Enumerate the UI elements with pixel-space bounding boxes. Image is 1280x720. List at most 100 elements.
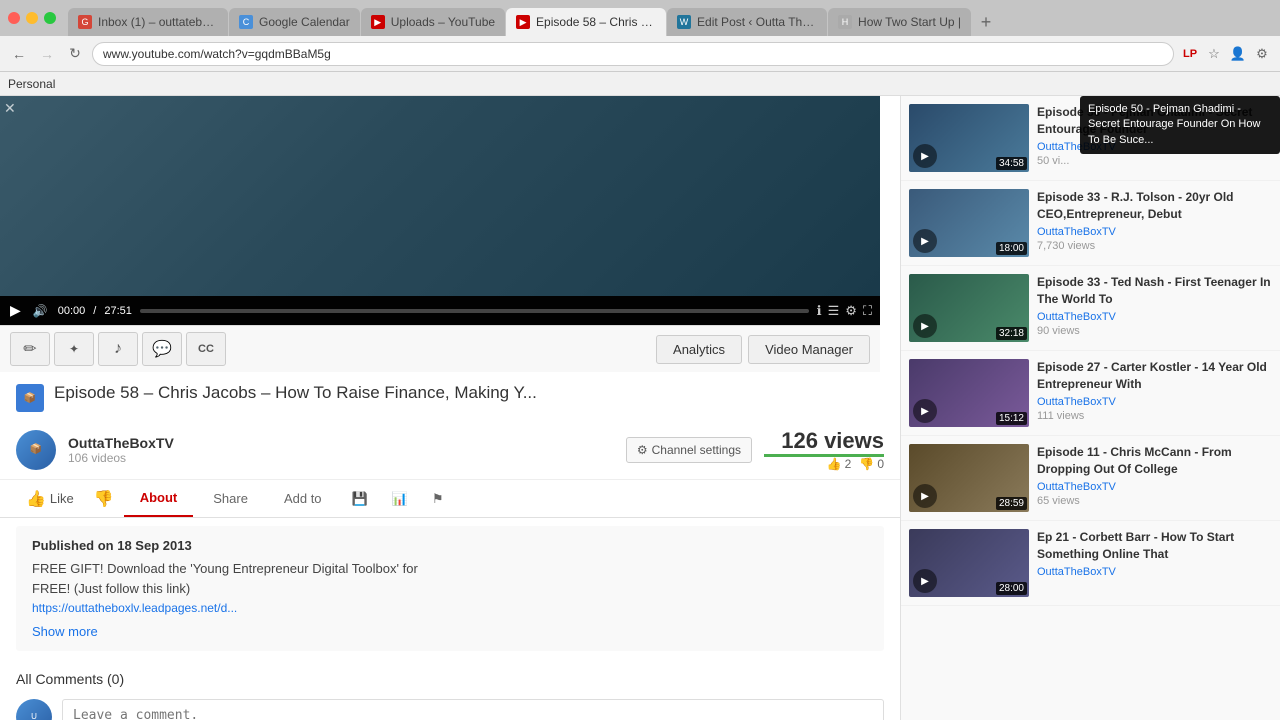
tab-add-to[interactable]: Add to	[268, 481, 338, 516]
tab-howto[interactable]: H How Two Start Up |	[828, 8, 971, 36]
dislikes-number: 0	[877, 457, 884, 471]
tab-episode58[interactable]: ▶ Episode 58 – Chris Jaco...	[506, 8, 666, 36]
related-video-5[interactable]: 28:00 ▶ Ep 21 - Corbett Barr - How To St…	[901, 521, 1280, 606]
dislike-thumb-icon: 👎	[94, 491, 114, 508]
uploads-favicon: ▶	[371, 15, 385, 29]
playlist-icon[interactable]: ☰	[828, 303, 840, 319]
action-tabs: 👍 Like 👎 About Share Add to 💾 📊 ⚑	[0, 480, 900, 518]
new-tab-button[interactable]: +	[972, 8, 1000, 36]
video-controls: ▶ 🔊 00:00 / 27:51 ℹ ☰ ⚙ ⛶	[0, 296, 880, 325]
rel-title-3: Episode 27 - Carter Kostler - 14 Year Ol…	[1037, 359, 1272, 393]
calendar-favicon: C	[239, 15, 253, 29]
thumb-duration-4: 28:59	[996, 497, 1027, 510]
left-panel: ✕ ▶ 🔊 00:00 / 27:51 ℹ ☰ ⚙ ⛶	[0, 96, 900, 720]
video-ctrl-icons: ℹ ☰ ⚙ ⛶	[817, 303, 872, 319]
desc-link[interactable]: https://outtatheboxlv.leadpages.net/d...	[32, 601, 237, 615]
tab-calendar[interactable]: C Google Calendar	[229, 8, 360, 36]
related-video-2[interactable]: 32:18 ▶ Episode 33 - Ted Nash - First Te…	[901, 266, 1280, 351]
fullscreen-icon[interactable]: ⛶	[863, 303, 872, 319]
browser-action-icons: LP ☆ 👤 ⚙	[1180, 44, 1272, 64]
back-button[interactable]: ←	[8, 43, 30, 65]
description-section: Published on 18 Sep 2013 FREE GIFT! Down…	[16, 526, 884, 651]
maximize-button[interactable]	[44, 12, 56, 24]
tab-uploads[interactable]: ▶ Uploads – YouTube	[361, 8, 505, 36]
comments-section: All Comments (0) U	[0, 659, 900, 720]
rel-views-0: 50 vi...	[1037, 155, 1272, 167]
tab-inbox-label: Inbox (1) – outtatebox...	[98, 15, 218, 29]
video-manager-button[interactable]: Video Manager	[748, 335, 870, 364]
time-separator: /	[93, 305, 96, 317]
video-thumb-5: 28:00 ▶	[909, 529, 1029, 597]
video-frame[interactable]: ✕	[0, 96, 880, 296]
like-button[interactable]: 👍 Like	[16, 481, 84, 517]
related-video-0[interactable]: 34:58 ▶ Episode 50 - Pejman Ghadimi - Se…	[901, 96, 1280, 181]
tab-flag-icon[interactable]: ⚑	[422, 483, 454, 515]
related-video-3[interactable]: 15:12 ▶ Episode 27 - Carter Kostler - 14…	[901, 351, 1280, 436]
related-video-1[interactable]: 18:00 ▶ Episode 33 - R.J. Tolson - 20yr …	[901, 181, 1280, 266]
settings-icon[interactable]: ⚙	[845, 303, 857, 319]
tab-about[interactable]: About	[124, 480, 194, 517]
rel-title-2: Episode 33 - Ted Nash - First Teenager I…	[1037, 274, 1272, 308]
lastpass-icon[interactable]: LP	[1180, 44, 1200, 64]
tab-editpost[interactable]: W Edit Post ‹ Outta The Bo...	[667, 8, 827, 36]
thumbs-up-icon: 👍	[827, 457, 842, 471]
video-meta-2: Episode 33 - Ted Nash - First Teenager I…	[1037, 274, 1272, 342]
url-bar[interactable]: www.youtube.com/watch?v=gqdmBBaM5g	[92, 42, 1174, 66]
video-info: 📦 Episode 58 – Chris Jacobs – How To Rai…	[0, 372, 900, 412]
channel-avatar[interactable]: 📦	[16, 430, 56, 470]
thumbs-down-icon: 👎	[859, 457, 874, 471]
comment-input[interactable]	[62, 699, 884, 720]
comment-input-row: U	[16, 699, 884, 720]
chrome-menu-icon[interactable]: ⚙	[1252, 44, 1272, 64]
related-video-4[interactable]: 28:59 ▶ Episode 11 - Chris McCann - From…	[901, 436, 1280, 521]
episode58-favicon: ▶	[516, 15, 530, 29]
edit-audio-button[interactable]: ♪	[98, 332, 138, 366]
edit-enhance-button[interactable]: ✦	[54, 332, 94, 366]
channel-icon-small: 📦	[16, 384, 44, 412]
rel-channel-5: OuttaTheBoxTV	[1037, 566, 1272, 578]
tab-share[interactable]: Share	[197, 481, 264, 516]
info-icon[interactable]: ℹ	[817, 303, 822, 319]
profile-icon[interactable]: 👤	[1228, 44, 1248, 64]
edit-captions-button[interactable]: CC	[186, 332, 226, 366]
tab-save-icon[interactable]: 💾	[342, 483, 378, 515]
edit-pencil-button[interactable]: ✏	[10, 332, 50, 366]
channel-settings-button[interactable]: ⚙ Channel settings	[626, 437, 752, 463]
show-more-button[interactable]: Show more	[32, 624, 98, 639]
tab-stats-icon[interactable]: 📊	[382, 483, 418, 515]
video-meta-4: Episode 11 - Chris McCann - From Droppin…	[1037, 444, 1272, 512]
video-meta-3: Episode 27 - Carter Kostler - 14 Year Ol…	[1037, 359, 1272, 427]
browser-top-bar: G Inbox (1) – outtatebox... C Google Cal…	[0, 0, 1280, 36]
analytics-button[interactable]: Analytics	[656, 335, 742, 364]
rel-title-1: Episode 33 - R.J. Tolson - 20yr Old CEO,…	[1037, 189, 1272, 223]
url-text: www.youtube.com/watch?v=gqdmBBaM5g	[103, 47, 331, 61]
reload-button[interactable]: ↻	[64, 43, 86, 65]
edit-cards-button[interactable]: 💬	[142, 332, 182, 366]
desc-line2: FREE! (Just follow this link)	[32, 581, 190, 596]
forward-button[interactable]: →	[36, 43, 58, 65]
dislikes-count: 👎 0	[859, 457, 884, 471]
bookmark-personal[interactable]: Personal	[8, 77, 55, 91]
video-title: Episode 58 – Chris Jacobs – How To Raise…	[54, 382, 537, 404]
publish-date: Published on 18 Sep 2013	[32, 538, 868, 553]
channel-name[interactable]: OuttaTheBoxTV	[68, 435, 614, 451]
page-content: ✕ ▶ 🔊 00:00 / 27:51 ℹ ☰ ⚙ ⛶	[0, 96, 1280, 720]
editor-bar: ✏ ✦ ♪ 💬 CC Analytics Video Manager	[0, 325, 880, 372]
minimize-button[interactable]	[26, 12, 38, 24]
editpost-favicon: W	[677, 15, 691, 29]
tab-howto-label: How Two Start Up |	[858, 15, 961, 29]
dislike-button[interactable]: 👎	[88, 481, 120, 517]
star-icon[interactable]: ☆	[1204, 44, 1224, 64]
howto-favicon: H	[838, 15, 852, 29]
tab-inbox[interactable]: G Inbox (1) – outtatebox...	[68, 8, 228, 36]
play-button[interactable]: ▶	[8, 300, 23, 321]
video-thumb-4: 28:59 ▶	[909, 444, 1029, 512]
views-section: 126 views 👍 2 👎 0	[764, 428, 884, 471]
progress-bar[interactable]	[140, 309, 809, 313]
thumb-duration-2: 32:18	[996, 327, 1027, 340]
close-button[interactable]	[8, 12, 20, 24]
video-close-icon[interactable]: ✕	[4, 100, 16, 117]
window-controls	[0, 6, 64, 30]
rel-views-2: 90 views	[1037, 325, 1272, 337]
volume-button[interactable]: 🔊	[31, 302, 50, 320]
